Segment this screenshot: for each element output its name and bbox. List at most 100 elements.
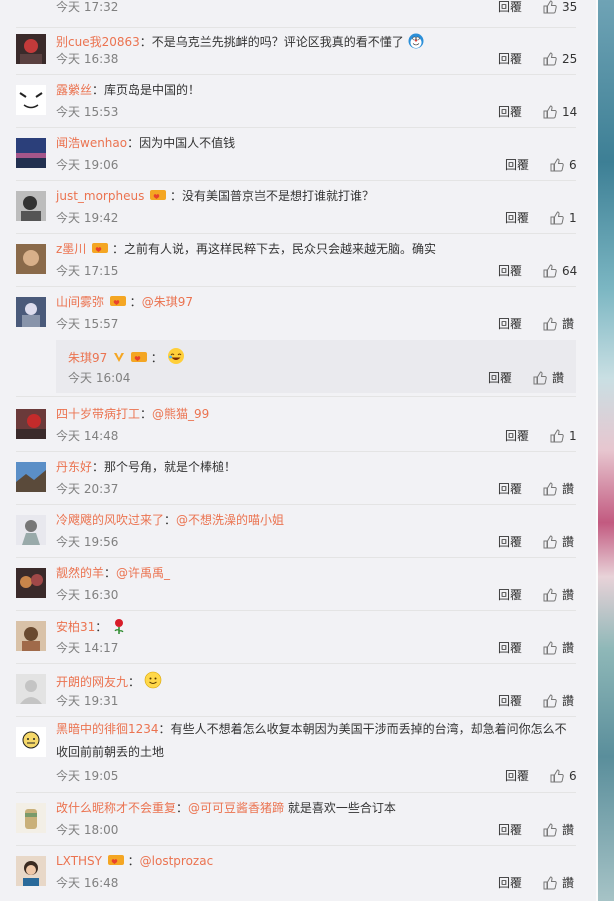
- reply-button[interactable]: 回覆: [498, 641, 522, 655]
- reply-button[interactable]: 回覆: [498, 823, 522, 837]
- comment-username[interactable]: 四十岁带病打工: [56, 407, 140, 421]
- like-button[interactable]: 讚: [543, 694, 574, 708]
- comment-time: 今天 17:15: [56, 264, 119, 278]
- reply-button[interactable]: 回覆: [505, 769, 529, 783]
- mention-link[interactable]: @不想洗澡的喵小姐: [176, 513, 284, 527]
- comment-username[interactable]: 丹东好: [56, 460, 92, 474]
- comment-item: z墨川 ：之前有人说，再这样民粹下去，民众只会越来越无脑。确实 今天 17:15…: [0, 234, 596, 287]
- like-button[interactable]: 25: [543, 52, 577, 66]
- like-count: 64: [562, 264, 578, 278]
- comment-time: 今天 15:57: [56, 317, 119, 331]
- comment-username[interactable]: 别cue我20863: [56, 35, 140, 49]
- reply-button[interactable]: 回覆: [488, 371, 512, 385]
- avatar[interactable]: [16, 803, 46, 833]
- reply-button[interactable]: 回覆: [498, 876, 522, 890]
- reply-button[interactable]: 回覆: [498, 105, 522, 119]
- like-button[interactable]: 6: [550, 158, 577, 172]
- comment-username[interactable]: 靓然的羊: [56, 566, 104, 580]
- comment-item: 今天 17:32 回覆 35: [0, 0, 596, 28]
- comment-text: 黑暗中的徘徊1234：有些人不想着怎么收复本朝因为美国干涉而丢掉的台湾，却急着问…: [56, 722, 567, 759]
- reply-button[interactable]: 回覆: [498, 264, 522, 278]
- comment-username[interactable]: LXTHSY: [56, 854, 102, 868]
- comment-item: 闻浩wenhao：因为中国人不值钱 今天 19:06 回覆 6: [0, 128, 596, 181]
- comment-username[interactable]: 开朗的网友九: [56, 675, 128, 689]
- reply-button[interactable]: 回覆: [498, 535, 522, 549]
- comment-item: 开朗的网友九： 今天 19:31 回覆 讚: [0, 664, 596, 717]
- comment-username[interactable]: 黑暗中的徘徊1234: [56, 722, 159, 736]
- like-button[interactable]: 讚: [543, 535, 574, 549]
- mention-link[interactable]: @可可豆酱香猪蹄: [188, 801, 284, 815]
- reply-button[interactable]: 回覆: [498, 588, 522, 602]
- like-button[interactable]: 讚: [543, 823, 574, 837]
- comment-text: 别cue我20863：不是乌克兰先挑衅的吗？评论区我真的看不懂了: [56, 33, 424, 50]
- comment-text: 丹东好：那个号角，就是个棒槌！: [56, 460, 237, 474]
- comment-item: 露縈丝：库页岛是中国的！ 今天 15:53 回覆 14: [0, 75, 596, 128]
- mention-link[interactable]: @许禹禹_: [116, 566, 170, 580]
- mention-link[interactable]: @熊猫_99: [152, 407, 209, 421]
- comment-username[interactable]: just_morpheus: [56, 189, 144, 203]
- avatar[interactable]: [16, 409, 46, 439]
- avatar[interactable]: [16, 568, 46, 598]
- comment-feed: 今天 17:32 回覆 35 别cue我20863：不是乌克兰先挑衅的吗？评论区…: [0, 0, 596, 901]
- like-button[interactable]: 讚: [543, 482, 574, 496]
- comment-time: 今天 19:42: [56, 211, 119, 225]
- comment-username[interactable]: 闻浩wenhao: [56, 136, 127, 150]
- avatar[interactable]: [16, 138, 46, 168]
- member-badge-icon: [109, 296, 126, 306]
- like-count: 1: [569, 429, 577, 443]
- avatar[interactable]: [16, 621, 46, 651]
- thumbs-up-icon: [543, 876, 557, 890]
- reply-button[interactable]: 回覆: [498, 0, 522, 14]
- comment-username[interactable]: 冷飕飕的风吹过来了: [56, 513, 164, 527]
- thumbs-up-icon: [543, 694, 557, 708]
- like-button[interactable]: 1: [550, 429, 577, 443]
- like-button[interactable]: 35: [543, 0, 577, 14]
- comment-time: 今天 14:17: [56, 641, 119, 655]
- reply-button[interactable]: 回覆: [498, 52, 522, 66]
- comment-username[interactable]: z墨川: [56, 242, 86, 256]
- avatar[interactable]: [16, 297, 46, 327]
- reply-button[interactable]: 回覆: [505, 211, 529, 225]
- comment-item: 四十岁带病打工：@熊猫_99 今天 14:48 回覆 1: [0, 399, 596, 452]
- like-button[interactable]: 1: [550, 211, 577, 225]
- reply-button[interactable]: 回覆: [498, 482, 522, 496]
- avatar[interactable]: [16, 244, 46, 274]
- reply-button[interactable]: 回覆: [498, 694, 522, 708]
- like-button[interactable]: 14: [543, 105, 577, 119]
- thumbs-up-icon: [533, 371, 547, 385]
- comment-username[interactable]: 改什么昵称才不会重复: [56, 801, 176, 815]
- avatar[interactable]: [16, 674, 46, 704]
- like-button[interactable]: 讚: [543, 641, 574, 655]
- like-button[interactable]: 讚: [533, 371, 564, 385]
- reply-button[interactable]: 回覆: [505, 158, 529, 172]
- avatar[interactable]: [16, 727, 46, 757]
- mention-link[interactable]: @lostprozac: [140, 854, 214, 868]
- comment-username[interactable]: 安柏31: [56, 620, 95, 634]
- avatar[interactable]: [16, 191, 46, 221]
- comment-username[interactable]: 朱琪97: [68, 351, 107, 365]
- like-button[interactable]: 6: [550, 769, 577, 783]
- comment-time: 今天 14:48: [56, 429, 119, 443]
- avatar[interactable]: [16, 515, 46, 545]
- like-button[interactable]: 64: [543, 264, 577, 278]
- avatar[interactable]: [16, 85, 46, 115]
- thumbs-up-icon: [543, 535, 557, 549]
- like-button[interactable]: 讚: [543, 588, 574, 602]
- mention-link[interactable]: @朱琪97: [142, 295, 193, 309]
- reply-button[interactable]: 回覆: [505, 429, 529, 443]
- avatar[interactable]: [16, 34, 46, 64]
- avatar[interactable]: [16, 462, 46, 492]
- like-button[interactable]: 讚: [543, 876, 574, 890]
- comment-item: 丹东好：那个号角，就是个棒槌！ 今天 20:37 回覆 讚: [0, 452, 596, 505]
- comment-time: 今天 19:05: [56, 769, 119, 783]
- reply-button[interactable]: 回覆: [498, 317, 522, 331]
- thumbs-up-icon: [543, 105, 557, 119]
- like-button[interactable]: 讚: [543, 317, 574, 331]
- comment-username[interactable]: 山间雾弥: [56, 295, 104, 309]
- comment-item: LXTHSY ：@lostprozac 今天 16:48 回覆 讚: [0, 846, 596, 899]
- comment-item: 别cue我20863：不是乌克兰先挑衅的吗？评论区我真的看不懂了 今天 16:3…: [0, 28, 596, 75]
- comment-item: 冷飕飕的风吹过来了：@不想洗澡的喵小姐 今天 19:56 回覆 讚: [0, 505, 596, 558]
- avatar[interactable]: [16, 856, 46, 886]
- comment-username[interactable]: 露縈丝: [56, 83, 92, 97]
- comment-time: 今天 20:37: [56, 482, 119, 496]
